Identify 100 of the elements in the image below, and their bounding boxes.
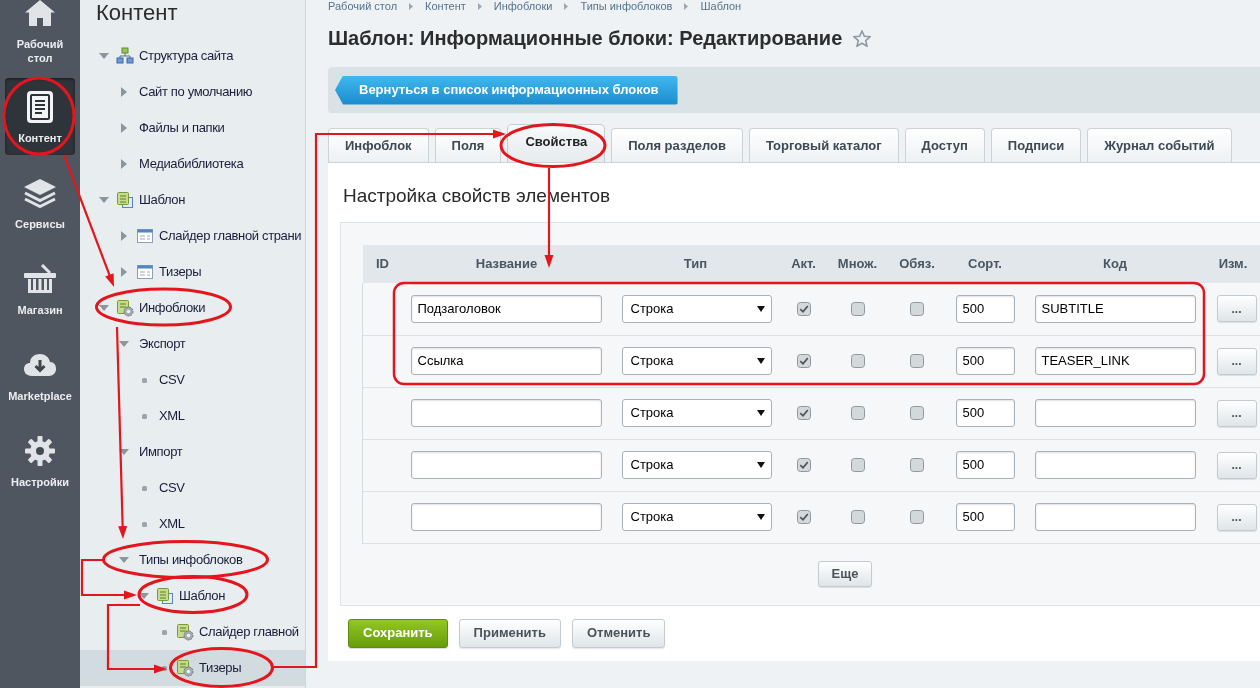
input-field[interactable] — [1034, 503, 1196, 531]
input-field[interactable]: SUBTITLE — [1034, 294, 1196, 323]
tab[interactable]: Журнал событий — [1087, 128, 1232, 162]
caret-right-icon[interactable] — [121, 267, 127, 277]
sidebar-item[interactable]: Магазин — [5, 250, 75, 327]
tab[interactable]: Поля разделов — [611, 128, 743, 162]
sidebar-item[interactable]: Сервисы — [5, 164, 75, 241]
caret-right-icon[interactable] — [121, 159, 127, 169]
tree-item[interactable]: Инфоблоки — [80, 290, 305, 326]
caret-down-icon[interactable] — [99, 197, 109, 203]
checkbox[interactable] — [850, 458, 865, 472]
tree-item[interactable]: Импорт — [80, 434, 305, 470]
checkbox[interactable] — [910, 301, 924, 316]
caret-down-icon[interactable] — [139, 593, 149, 599]
breadcrumb-link[interactable]: Инфоблоки — [493, 0, 553, 12]
checkbox[interactable] — [850, 510, 865, 524]
tree-item[interactable]: Структура сайта — [80, 38, 305, 74]
type-select[interactable]: Строка — [621, 451, 772, 479]
input-field[interactable]: Ссылка — [410, 347, 602, 375]
edit-button[interactable]: ... — [1216, 451, 1257, 479]
star-icon[interactable] — [853, 29, 872, 47]
edit-button[interactable]: ... — [1216, 295, 1257, 323]
house-icon — [25, 0, 55, 26]
edit-button[interactable]: ... — [1216, 399, 1257, 427]
type-select[interactable]: Строка — [621, 347, 772, 375]
input-field[interactable]: TEASER_LINK — [1034, 347, 1196, 375]
checkbox[interactable] — [796, 301, 811, 316]
tree-item[interactable]: Сайт по умолчанию — [80, 74, 305, 110]
document-gear-icon — [176, 623, 194, 641]
more-button[interactable]: Еще — [818, 560, 872, 587]
caret-down-icon[interactable] — [119, 341, 129, 347]
checkbox[interactable] — [796, 406, 811, 420]
tree-item[interactable]: Медиабиблиотека — [80, 146, 305, 182]
tree-item[interactable]: Слайдер главной страни — [80, 218, 305, 254]
caret-right-icon — [409, 2, 414, 10]
form-button[interactable]: Отменить — [571, 618, 666, 648]
sidebar-item[interactable]: Рабочий стол — [5, 0, 75, 70]
tab[interactable]: Торговый каталог — [748, 128, 899, 162]
type-select[interactable]: Строка — [621, 294, 772, 323]
document-gear-icon — [176, 659, 194, 677]
breadcrumb-link[interactable]: Контент — [425, 0, 466, 12]
input-field[interactable]: 500 — [955, 451, 1015, 479]
tab[interactable]: Доступ — [904, 128, 985, 162]
checkbox[interactable] — [910, 354, 924, 368]
tab[interactable]: Инфоблок — [328, 128, 429, 162]
edit-button[interactable]: ... — [1216, 503, 1257, 531]
caret-down-icon[interactable] — [119, 449, 129, 455]
input-field[interactable] — [1034, 399, 1196, 427]
input-field[interactable]: Подзаголовок — [410, 294, 602, 323]
input-field[interactable]: 500 — [955, 347, 1015, 375]
checkbox[interactable] — [910, 458, 924, 472]
input-field[interactable] — [1034, 451, 1196, 479]
caret-down-icon[interactable] — [99, 53, 109, 59]
tree-item[interactable]: Тизеры — [80, 254, 305, 290]
checkbox[interactable] — [796, 510, 811, 524]
window-icon — [136, 263, 154, 281]
breadcrumb-link[interactable]: Типы инфоблоков — [580, 0, 673, 12]
caret-right-icon[interactable] — [121, 123, 127, 133]
column-header: Изм. — [1205, 245, 1260, 283]
breadcrumb-link[interactable]: Рабочий стол — [328, 0, 398, 12]
sidebar-item[interactable]: Marketplace — [5, 336, 75, 413]
checkbox[interactable] — [850, 301, 865, 316]
checkbox[interactable] — [796, 458, 811, 472]
input-field[interactable] — [410, 399, 602, 427]
tree-item[interactable]: CSV — [80, 362, 305, 398]
edit-button[interactable]: ... — [1216, 347, 1257, 375]
type-select[interactable]: Строка — [621, 503, 772, 531]
input-field[interactable] — [410, 503, 602, 531]
type-select[interactable]: Строка — [621, 399, 772, 427]
caret-down-icon[interactable] — [119, 557, 129, 563]
tab[interactable]: Подписи — [990, 128, 1082, 162]
tree-item[interactable]: CSV — [80, 470, 305, 506]
breadcrumb-link[interactable]: Шаблон — [700, 0, 742, 12]
checkbox[interactable] — [796, 354, 811, 368]
tree-item[interactable]: XML — [80, 506, 305, 542]
sidebar-item[interactable]: Настройки — [5, 422, 75, 499]
caret-down-icon[interactable] — [99, 305, 109, 311]
checkbox[interactable] — [850, 406, 865, 420]
tree-item[interactable]: Экспорт — [80, 326, 305, 362]
tree-item[interactable]: Шаблон — [80, 182, 305, 218]
tree-item[interactable]: Тизеры — [80, 650, 305, 686]
tab[interactable]: Поля — [434, 128, 502, 162]
input-field[interactable]: 500 — [955, 294, 1015, 323]
caret-right-icon[interactable] — [121, 87, 127, 97]
caret-right-icon[interactable] — [121, 231, 127, 241]
tree-item[interactable]: Шаблон — [80, 578, 305, 614]
tree-item[interactable]: Слайдер главной — [80, 614, 305, 650]
bullet-icon — [141, 521, 147, 527]
input-field[interactable] — [410, 451, 602, 479]
form-button[interactable]: Применить — [458, 618, 561, 648]
checkbox[interactable] — [850, 354, 865, 368]
tree-item[interactable]: Типы инфоблоков — [80, 542, 305, 578]
checkbox[interactable] — [910, 510, 924, 524]
tree-item[interactable]: Файлы и папки — [80, 110, 305, 146]
checkbox[interactable] — [910, 406, 924, 420]
input-field[interactable]: 500 — [955, 399, 1015, 427]
column-header: Название — [402, 245, 611, 283]
tree-item[interactable]: XML — [80, 398, 305, 434]
input-field[interactable]: 500 — [955, 503, 1015, 531]
gear-icon — [25, 436, 55, 466]
